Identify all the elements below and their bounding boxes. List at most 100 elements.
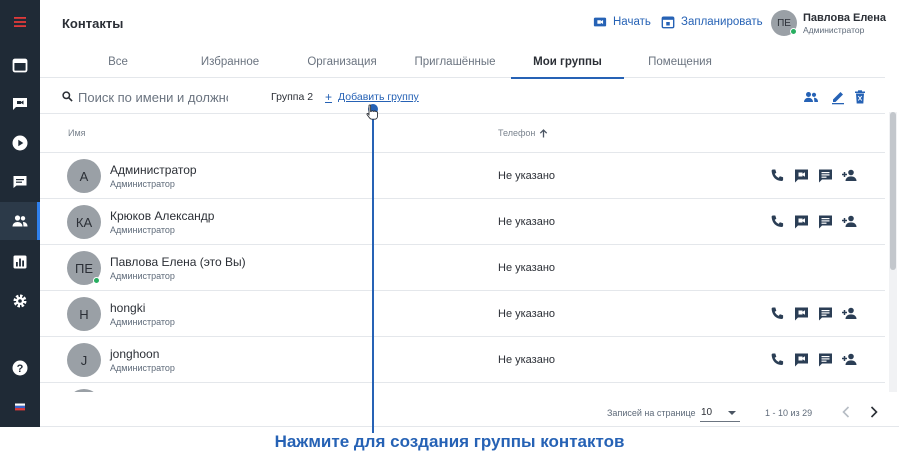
- add-contact-icon[interactable]: [841, 351, 858, 368]
- user-initials: ПЕ: [777, 17, 791, 29]
- phone-call-icon[interactable]: [769, 213, 786, 230]
- contact-phone: Не указано: [498, 354, 556, 366]
- video-call-icon[interactable]: [793, 305, 810, 322]
- page-title: Контакты: [62, 16, 124, 31]
- avatar-initials: J: [80, 352, 88, 368]
- column-name-label: Имя: [68, 128, 86, 138]
- table-row-partial[interactable]: [40, 383, 885, 392]
- avatar-initials: КА: [75, 214, 93, 230]
- tab-my-groups[interactable]: Мои группы: [511, 45, 624, 79]
- settings-icon[interactable]: [0, 282, 40, 320]
- calendar-icon[interactable]: [0, 46, 40, 84]
- callout-line: [372, 108, 374, 433]
- previous-page-icon[interactable]: [840, 405, 852, 419]
- message-icon[interactable]: [817, 167, 834, 184]
- scrollbar-thumb[interactable]: [890, 112, 896, 270]
- group-members-icon[interactable]: [803, 89, 819, 105]
- help-icon[interactable]: ?: [0, 349, 40, 387]
- stats-icon[interactable]: [0, 243, 40, 281]
- tab-favorites[interactable]: Избранное: [180, 45, 280, 78]
- rows-per-page-select[interactable]: 10: [700, 404, 740, 422]
- contact-role: Администратор: [110, 363, 175, 373]
- pagination-range: 1 - 10 из 29: [765, 408, 813, 418]
- next-page-icon[interactable]: [868, 405, 880, 419]
- rows-per-page-label: Записей на странице: [607, 408, 696, 418]
- user-online-indicator: [790, 28, 797, 35]
- avatar: А: [67, 159, 101, 193]
- contact-phone: Не указано: [498, 262, 556, 274]
- delete-group-icon[interactable]: [852, 89, 868, 105]
- selected-group[interactable]: Группа 2: [271, 91, 313, 103]
- avatar: H: [67, 297, 101, 331]
- contact-role: Администратор: [110, 317, 175, 327]
- header: Контакты Начать Запланировать ПЕ Павлова…: [40, 0, 899, 45]
- play-icon[interactable]: [0, 124, 40, 162]
- sort-ascending-icon: [540, 128, 548, 137]
- table-row[interactable]: КА Крюков Александр Администратор Не ука…: [40, 199, 885, 245]
- contact-name[interactable]: Администратор: [110, 163, 197, 177]
- tab-organization[interactable]: Организация: [292, 45, 392, 78]
- tab-rooms[interactable]: Помещения: [630, 45, 730, 78]
- add-group-button[interactable]: + Добавить группу: [325, 90, 419, 104]
- sidebar: ?: [0, 0, 40, 427]
- main-panel: Контакты Начать Запланировать ПЕ Павлова…: [40, 0, 899, 427]
- table-row[interactable]: H hongki Администратор Не указано: [40, 291, 885, 337]
- phone-call-icon[interactable]: [769, 351, 786, 368]
- message-icon[interactable]: [817, 213, 834, 230]
- user-role: Администратор: [803, 25, 865, 35]
- table-row[interactable]: А Администратор Администратор Не указано: [40, 153, 885, 199]
- avatar-initials: А: [79, 168, 89, 184]
- toolbar: Группа 2 + Добавить группу: [40, 79, 885, 114]
- contact-name[interactable]: jonghoon: [110, 347, 159, 361]
- search-input[interactable]: [78, 87, 228, 107]
- video-camera-icon: [593, 17, 607, 27]
- contact-name[interactable]: hongki: [110, 301, 145, 315]
- scrollbar[interactable]: [889, 112, 897, 392]
- menu-icon[interactable]: [0, 3, 40, 41]
- table-row[interactable]: J jonghoon Администратор Не указано: [40, 337, 885, 383]
- hand-cursor-icon: [366, 104, 378, 120]
- column-name-header[interactable]: Имя: [68, 128, 86, 138]
- calendar-add-icon: [661, 16, 675, 29]
- pagination: Записей на странице 10 1 - 10 из 29: [40, 392, 885, 427]
- message-icon[interactable]: [817, 305, 834, 322]
- contacts-icon[interactable]: [0, 202, 40, 240]
- tab-all[interactable]: Все: [78, 45, 158, 78]
- language-flag-icon[interactable]: [0, 388, 40, 426]
- conference-icon[interactable]: [0, 85, 40, 123]
- plus-icon: +: [325, 90, 333, 104]
- svg-text:?: ?: [17, 363, 24, 375]
- search-icon: [62, 91, 73, 102]
- table-row[interactable]: ПЕ Павлова Елена (это Вы) Администратор …: [40, 245, 885, 291]
- add-contact-icon[interactable]: [841, 167, 858, 184]
- add-contact-icon[interactable]: [841, 305, 858, 322]
- video-call-icon[interactable]: [793, 213, 810, 230]
- online-indicator: [93, 277, 100, 284]
- contact-name[interactable]: Крюков Александр: [110, 209, 214, 223]
- video-call-icon[interactable]: [793, 351, 810, 368]
- user-name[interactable]: Павлова Елена: [803, 12, 886, 24]
- contact-phone: Не указано: [498, 216, 556, 228]
- contact-role: Администратор: [110, 225, 175, 235]
- add-contact-icon[interactable]: [841, 213, 858, 230]
- dropdown-caret-icon: [728, 411, 736, 415]
- rows-per-page-value: 10: [701, 407, 713, 418]
- video-call-icon[interactable]: [793, 167, 810, 184]
- avatar-initials: H: [79, 306, 89, 322]
- contact-phone: Не указано: [498, 170, 556, 182]
- contact-tabs: Все Избранное Организация Приглашённые М…: [40, 45, 885, 79]
- contacts-table: А Администратор Администратор Не указано…: [40, 153, 885, 392]
- contact-role: Администратор: [110, 271, 175, 281]
- message-icon[interactable]: [817, 351, 834, 368]
- edit-group-icon[interactable]: [830, 89, 846, 105]
- add-group-label: Добавить группу: [338, 91, 419, 103]
- phone-call-icon[interactable]: [769, 167, 786, 184]
- contact-role: Администратор: [110, 179, 175, 189]
- start-button[interactable]: Начать: [593, 15, 651, 29]
- contact-name[interactable]: Павлова Елена (это Вы): [110, 255, 246, 269]
- chat-icon[interactable]: [0, 163, 40, 201]
- tab-invited[interactable]: Приглашённые: [403, 45, 507, 78]
- phone-call-icon[interactable]: [769, 305, 786, 322]
- schedule-button[interactable]: Запланировать: [661, 15, 763, 29]
- column-phone-header[interactable]: Телефон: [498, 128, 548, 138]
